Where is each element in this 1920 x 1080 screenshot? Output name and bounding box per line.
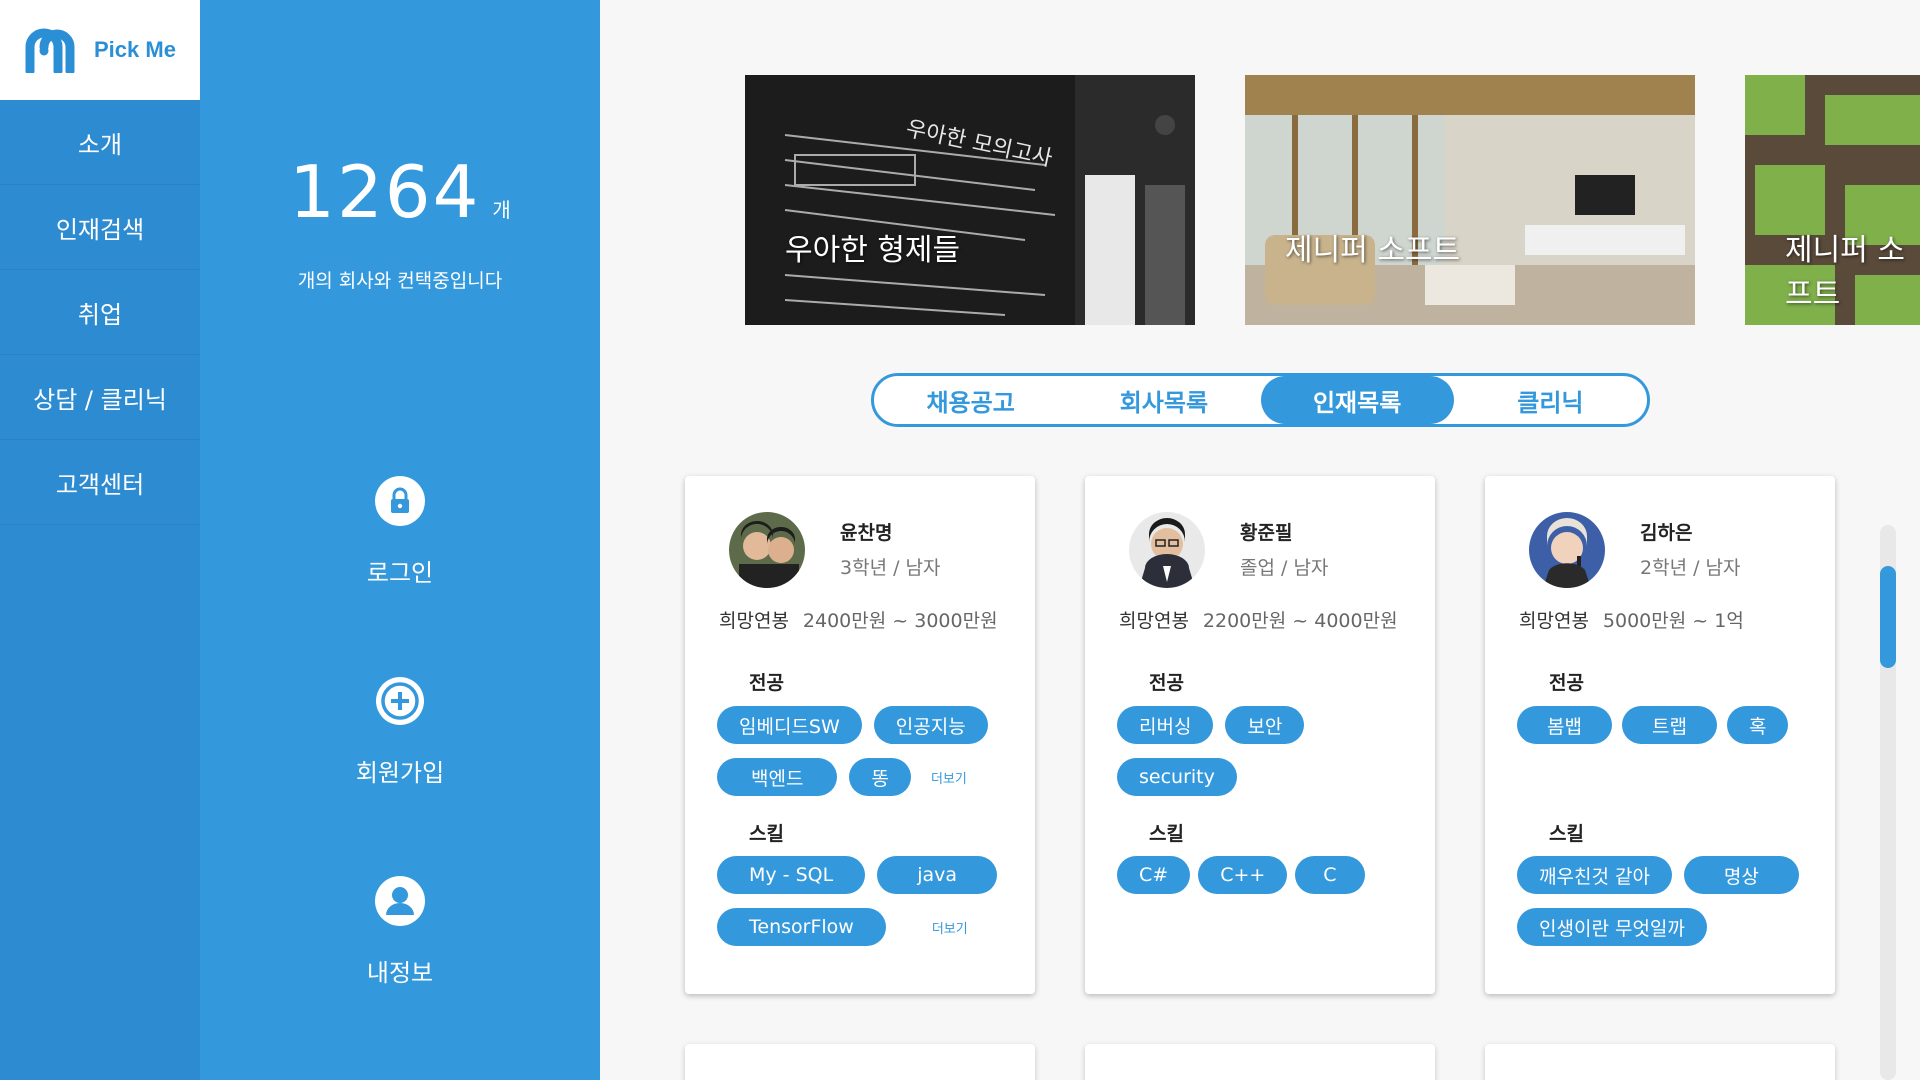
signup-button[interactable]: 회원가입: [200, 675, 600, 788]
skill-chip[interactable]: TensorFlow: [717, 908, 886, 946]
nav-item-talent-search[interactable]: 인재검색: [0, 185, 200, 270]
skill-chips: My - SQL java TensorFlow 더보기: [717, 856, 1017, 946]
major-chip[interactable]: security: [1117, 758, 1237, 796]
skill-chip[interactable]: C++: [1198, 856, 1288, 894]
talent-info: 2학년 / 남자: [1640, 557, 1741, 579]
talent-name: 윤찬명: [840, 522, 893, 544]
major-chips: 임베디드SW 인공지능 백엔드 똥 더보기: [717, 706, 1017, 796]
company-banner[interactable]: 제니퍼 소프트: [1745, 75, 1920, 325]
major-chip[interactable]: 보안: [1225, 706, 1305, 744]
logo[interactable]: Pick Me: [0, 0, 200, 100]
avatar: [1129, 512, 1205, 588]
tab-clinic[interactable]: 클리닉: [1454, 376, 1647, 424]
skill-chips: 깨우친것 같아 명상 인생이란 무엇일까: [1517, 856, 1817, 946]
major-chip[interactable]: 봄뱁: [1517, 706, 1612, 744]
major-heading: 전공: [1149, 672, 1184, 694]
skill-chip[interactable]: 명상: [1683, 856, 1799, 894]
skill-chip[interactable]: java: [877, 856, 997, 894]
tab-company-list[interactable]: 회사목록: [1067, 376, 1260, 424]
more-link[interactable]: 더보기: [932, 918, 968, 937]
pickme-logo-icon: [25, 28, 75, 73]
count-description: 개의 회사와 컨택중입니다: [297, 270, 503, 292]
main-nav: 소개 인재검색 취업 상담 / 클리닉 고객센터: [0, 100, 200, 1080]
talent-info: 3학년 / 남자: [840, 557, 941, 579]
banner-title: 제니퍼 소프트: [1285, 233, 1461, 268]
main-content: 우아한 모의고사 우아한 형제들 제니퍼 소프트 제니퍼 소프트 채용공고 회사…: [600, 0, 1920, 1080]
skill-chip[interactable]: 인생이란 무엇일까: [1517, 908, 1707, 946]
more-link[interactable]: 더보기: [931, 768, 967, 787]
count-number: 1264: [289, 150, 481, 234]
salary-label: 희망연봉: [719, 610, 789, 632]
talent-card[interactable]: [1485, 1044, 1835, 1080]
talent-name: 김하은: [1640, 522, 1693, 544]
banner-title: 제니퍼 소프트: [1785, 233, 1905, 312]
avatar: [1529, 512, 1605, 588]
salary-value: 2400만원 ~ 3000만원: [802, 610, 998, 632]
talent-info: 졸업 / 남자: [1240, 557, 1329, 579]
talent-card[interactable]: [1085, 1044, 1435, 1080]
login-label: 로그인: [366, 559, 434, 587]
signup-label: 회원가입: [355, 759, 445, 787]
major-chip[interactable]: 인공지능: [873, 706, 988, 744]
salary-value: 5000만원 ~ 1억: [1602, 610, 1744, 632]
office-image: [1245, 75, 1695, 325]
nav-item-jobs[interactable]: 취업: [0, 270, 200, 355]
login-button[interactable]: 로그인: [200, 475, 600, 588]
major-chip[interactable]: 트랩: [1621, 706, 1717, 744]
salary-row: 희망연봉 2400만원 ~ 3000만원: [719, 606, 998, 633]
salary-row: 희망연봉 2200만원 ~ 4000만원: [1119, 606, 1398, 633]
company-count: 1264 개: [200, 150, 600, 234]
side-panel: 1264 개 개의 회사와 컨택중입니다 로그인 회원가입 내정보: [200, 0, 600, 1080]
skill-chip[interactable]: C#: [1117, 856, 1191, 894]
tab-job-postings[interactable]: 채용공고: [874, 376, 1067, 424]
skill-chip[interactable]: 깨우친것 같아: [1517, 856, 1672, 894]
salary-label: 희망연봉: [1519, 610, 1589, 632]
user-icon: [375, 876, 425, 926]
nav-item-intro[interactable]: 소개: [0, 100, 200, 185]
company-banner[interactable]: 제니퍼 소프트: [1245, 75, 1695, 325]
lock-icon: [375, 476, 425, 526]
salary-row: 희망연봉 5000만원 ~ 1억: [1519, 606, 1744, 633]
talent-name: 황준필: [1240, 522, 1293, 544]
major-chips: 리버싱 보안 security: [1117, 706, 1417, 796]
my-info-button[interactable]: 내정보: [200, 875, 600, 988]
talent-card[interactable]: 황준필 졸업 / 남자 희망연봉 2200만원 ~ 4000만원 전공 리버싱 보…: [1085, 476, 1435, 994]
company-banner[interactable]: 우아한 모의고사 우아한 형제들: [745, 75, 1195, 325]
nav-item-consult-clinic[interactable]: 상담 / 클리닉: [0, 355, 200, 440]
salary-label: 희망연봉: [1119, 610, 1189, 632]
skill-chip[interactable]: My - SQL: [717, 856, 866, 894]
my-info-label: 내정보: [366, 959, 434, 987]
brand-name: Pick Me: [94, 37, 176, 62]
category-tabs: 채용공고 회사목록 인재목록 클리닉: [871, 373, 1650, 427]
scrollbar-thumb[interactable]: [1880, 566, 1896, 668]
count-unit: 개: [492, 198, 511, 222]
major-chip[interactable]: 임베디드SW: [717, 706, 862, 744]
plus-circle-icon: [376, 677, 424, 725]
major-heading: 전공: [1549, 672, 1584, 694]
nav-item-customer-center[interactable]: 고객센터: [0, 440, 200, 525]
major-heading: 전공: [749, 672, 784, 694]
talent-card[interactable]: 김하은 2학년 / 남자 희망연봉 5000만원 ~ 1억 전공 봄뱁 트랩 혹 …: [1485, 476, 1835, 994]
major-chip[interactable]: 리버싱: [1117, 706, 1214, 744]
major-chip[interactable]: 혹: [1726, 706, 1789, 744]
talent-card[interactable]: [685, 1044, 1035, 1080]
avatar: [729, 512, 805, 588]
skill-chip[interactable]: C: [1295, 856, 1365, 894]
major-chip[interactable]: 똥: [849, 758, 911, 796]
salary-value: 2200만원 ~ 4000만원: [1202, 610, 1398, 632]
major-chip[interactable]: 백엔드: [717, 758, 838, 796]
skill-chips: C# C++ C: [1117, 856, 1417, 894]
skill-heading: 스킬: [1149, 823, 1184, 845]
tab-talent-list[interactable]: 인재목록: [1260, 376, 1454, 424]
banner-title: 우아한 형제들: [785, 233, 961, 268]
major-chips: 봄뱁 트랩 혹: [1517, 706, 1817, 744]
skill-heading: 스킬: [1549, 823, 1584, 845]
classroom-image: 우아한 모의고사: [745, 75, 1195, 325]
talent-card[interactable]: 윤찬명 3학년 / 남자 희망연봉 2400만원 ~ 3000만원 전공 임베디드…: [685, 476, 1035, 994]
skill-heading: 스킬: [749, 823, 784, 845]
